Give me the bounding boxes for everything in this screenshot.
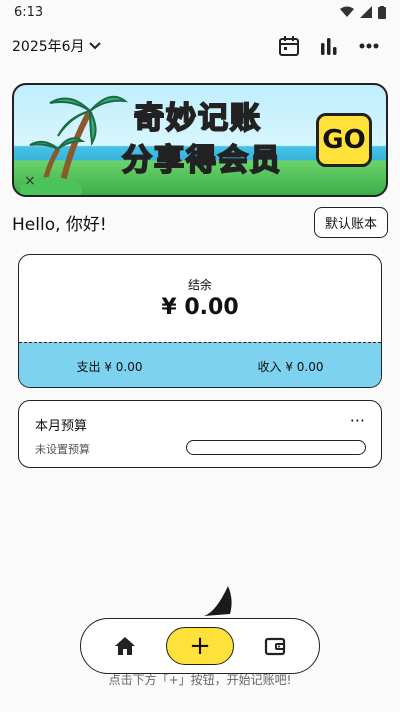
status-time: 6:13 <box>14 4 44 20</box>
ledger-button[interactable]: 默认账本 <box>313 206 388 238</box>
wifi-icon <box>340 6 354 17</box>
income-expense-row: 支出 ¥ 0.00 收入 ¥ 0.00 <box>19 342 381 387</box>
balance-amount: ¥ 0.00 <box>161 295 239 320</box>
calendar-icon[interactable] <box>278 35 300 57</box>
greeting-row: Hello, 你好! 默认账本 <box>12 206 388 238</box>
banner-subtitle: 分享得会员 <box>121 142 282 179</box>
banner-title: 奇妙记账 <box>133 100 262 137</box>
balance-label: 结余 <box>187 278 212 292</box>
budget-card[interactable]: 本月预算 ··· 未设置预算 <box>18 400 382 468</box>
wallet-icon[interactable] <box>255 626 295 666</box>
expense-total: 支出 ¥ 0.00 <box>76 359 143 374</box>
month-label: 2025年6月 <box>12 39 85 55</box>
bar-chart-icon[interactable] <box>318 35 340 57</box>
greeting-text: Hello, 你好! <box>12 214 107 235</box>
budget-progress-bar <box>186 440 366 455</box>
more-icon[interactable] <box>358 35 380 57</box>
income-total: 收入 ¥ 0.00 <box>257 359 324 374</box>
promo-banner[interactable]: 奇妙记账 分享得会员 GO × <box>12 83 388 197</box>
close-icon[interactable]: × <box>24 173 36 189</box>
balance-card[interactable]: 结余 ¥ 0.00 支出 ¥ 0.00 收入 ¥ 0.00 <box>18 254 382 388</box>
home-icon[interactable] <box>105 626 145 666</box>
system-icons <box>340 5 386 19</box>
add-button[interactable]: + <box>165 627 234 665</box>
palm-tree-illustration <box>20 95 129 195</box>
decorative-mascot <box>204 586 232 616</box>
bottom-nav: + <box>80 618 320 674</box>
battery-icon <box>378 5 386 19</box>
month-selector[interactable]: 2025年6月 <box>12 36 101 56</box>
signal-icon <box>360 6 372 18</box>
status-bar: 6:13 <box>0 0 400 24</box>
budget-status: 未设置预算 <box>35 443 90 456</box>
top-bar: 2025年6月 <box>0 28 400 64</box>
banner-go-button[interactable]: GO <box>316 113 372 167</box>
budget-more-icon[interactable]: ··· <box>350 411 365 430</box>
chevron-down-icon <box>88 42 101 50</box>
budget-title: 本月预算 <box>35 419 88 434</box>
